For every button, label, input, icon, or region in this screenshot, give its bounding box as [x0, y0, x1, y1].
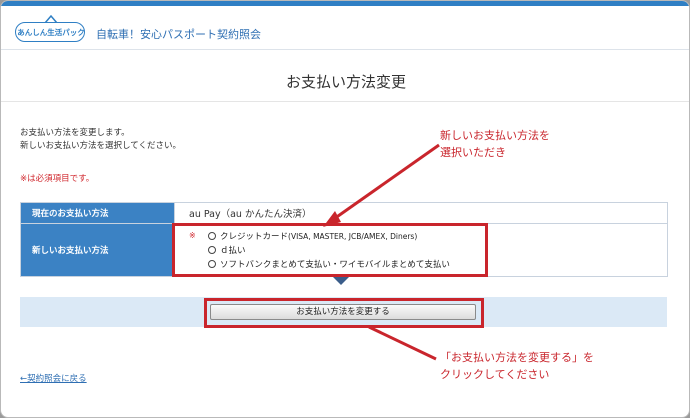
callout-2-arrow-line: [368, 325, 437, 361]
callout-select-method: 新しいお支払い方法を 選択いただき: [440, 127, 550, 161]
callout-click-button: 「お支払い方法を変更する」を クリックしてください: [440, 349, 594, 383]
highlight-options-box: [172, 223, 488, 277]
title-bar: お支払い方法変更: [1, 50, 689, 102]
callout-1-line-2: 選択いただき: [440, 146, 506, 159]
highlight-button-box: [204, 298, 484, 328]
site-header: あんしん生活パック 自転車！安心パスポート契約照会: [1, 6, 689, 50]
app-title: 自転車！安心パスポート契約照会: [96, 28, 261, 41]
site-logo[interactable]: あんしん生活パック: [15, 15, 85, 42]
back-to-contract-link[interactable]: ←契約照会に戻る: [20, 372, 87, 384]
current-payment-value: au Pay（au かんたん決済）: [174, 202, 668, 224]
page-title: お支払い方法変更: [285, 73, 406, 91]
intro-line-1: お支払い方法を変更します。: [20, 128, 130, 138]
new-payment-label: 新しいお支払い方法: [20, 223, 175, 277]
triangle-down-icon: [333, 277, 349, 285]
callout-2-line-1: 「お支払い方法を変更する」を: [440, 351, 594, 364]
logo-text: あんしん生活パック: [17, 28, 85, 37]
current-payment-label: 現在のお支払い方法: [20, 202, 175, 224]
current-payment-row: 現在のお支払い方法 au Pay（au かんたん決済）: [20, 202, 668, 224]
callout-2-line-2: クリックしてください: [440, 368, 550, 381]
intro-text: お支払い方法を変更します。 新しいお支払い方法を選択してください。: [20, 127, 181, 153]
intro-line-2: 新しいお支払い方法を選択してください。: [20, 141, 181, 151]
required-note: ※は必須項目です。: [20, 174, 95, 184]
callout-1-line-1: 新しいお支払い方法を: [440, 129, 550, 142]
browser-frame: あんしん生活パック 自転車！安心パスポート契約照会 お支払い方法変更 お支払い方…: [0, 0, 690, 418]
house-logo-icon: [44, 15, 58, 23]
